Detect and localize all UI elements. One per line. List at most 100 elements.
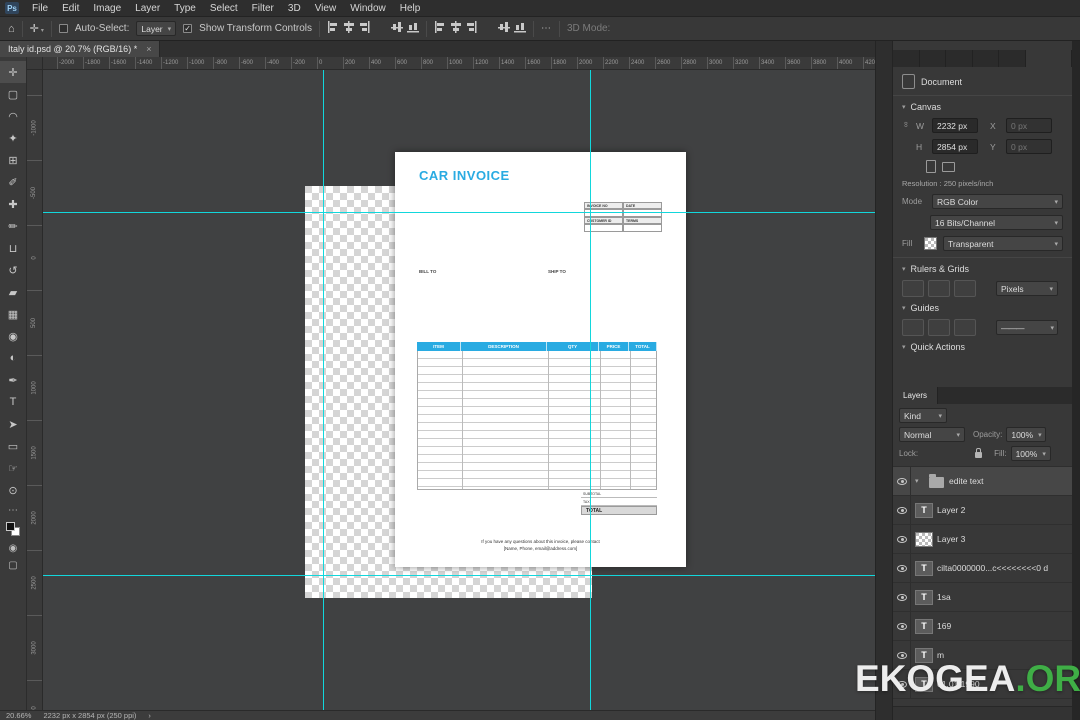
gradient-tool[interactable]: ▦ <box>0 303 26 325</box>
layer-name[interactable]: edite text <box>949 476 984 486</box>
ruler-origin-corner[interactable] <box>27 57 43 70</box>
clone-stamp-tool[interactable]: ⊔ <box>0 237 26 259</box>
link-dimensions-icon[interactable]: ∞ <box>902 122 911 130</box>
edit-toolbar-icon[interactable]: ⋯ <box>8 505 18 516</box>
guide-horizontal[interactable] <box>43 575 875 576</box>
menu-item[interactable]: Filter <box>245 2 281 15</box>
layer-visibility-toggle[interactable] <box>893 612 911 640</box>
blur-tool[interactable]: ◉ <box>0 325 26 347</box>
menu-item[interactable]: 3D <box>281 2 308 15</box>
eyedropper-tool[interactable]: ✐ <box>0 171 26 193</box>
canvas-y-field[interactable]: 0 px <box>1006 139 1052 154</box>
color-swatches[interactable] <box>5 522 22 537</box>
eraser-tool[interactable]: ▰ <box>0 281 26 303</box>
clear-guides-icon[interactable] <box>954 319 976 336</box>
canvas-section-header[interactable]: ▾ Canvas <box>902 102 1063 112</box>
screen-mode-icon[interactable]: ▢ <box>8 560 17 571</box>
new-guide-layout-icon[interactable] <box>902 319 924 336</box>
hand-tool[interactable]: ☞ <box>0 457 26 479</box>
auto-select-dropdown[interactable]: Layer <box>136 21 177 36</box>
layer-row[interactable]: Layer 3 <box>893 525 1072 554</box>
marquee-tool[interactable]: ▢ <box>0 83 26 105</box>
document-tab[interactable]: Italy id.psd @ 20.7% (RGB/16) * × <box>0 41 161 57</box>
menu-item[interactable]: Image <box>86 2 128 15</box>
guide-vertical[interactable] <box>590 70 591 710</box>
menu-item[interactable]: Select <box>203 2 245 15</box>
lock-all-icon[interactable] <box>975 448 983 458</box>
menu-item[interactable]: Layer <box>128 2 167 15</box>
layer-visibility-toggle[interactable] <box>893 583 911 611</box>
lock-guides-icon[interactable] <box>928 319 950 336</box>
fill-dropdown[interactable]: Transparent <box>943 236 1063 251</box>
guides-section-header[interactable]: ▾ Guides <box>902 303 1063 313</box>
distribute-right-edges-icon[interactable] <box>465 21 478 36</box>
menu-item[interactable]: Type <box>167 2 203 15</box>
distribute-vertical-centers-icon[interactable] <box>497 21 510 36</box>
layer-name[interactable]: Layer 2 <box>937 505 965 515</box>
layer-visibility-toggle[interactable] <box>893 554 911 582</box>
kind-filter-dropdown[interactable]: Kind <box>899 408 947 423</box>
orientation-landscape-icon[interactable] <box>942 161 955 172</box>
layer-row[interactable]: T cilta0000000...c<<<<<<<<0 d <box>893 554 1072 583</box>
home-icon[interactable]: ⌂ <box>8 23 15 35</box>
horizontal-ruler[interactable]: -2000 -1800 -1600 -1400 -1200 -1000 -800 -600 -4… <box>43 57 875 70</box>
guide-horizontal[interactable] <box>43 212 875 213</box>
blend-mode-dropdown[interactable]: Normal <box>899 427 965 442</box>
panel-tab[interactable] <box>973 50 1000 67</box>
guide-style-dropdown[interactable]: ——— <box>996 320 1058 335</box>
layer-row[interactable]: T 1sa <box>893 583 1072 612</box>
panel-tab[interactable] <box>1025 50 1072 67</box>
layer-visibility-toggle[interactable] <box>893 496 911 524</box>
layer-row[interactable]: T 169 <box>893 612 1072 641</box>
fill-swatch[interactable] <box>924 237 937 250</box>
orientation-portrait-icon[interactable] <box>926 160 936 173</box>
layer-row[interactable]: T Layer 2 <box>893 496 1072 525</box>
canvas-width-field[interactable]: 2232 px <box>932 118 978 133</box>
history-brush-tool[interactable]: ↺ <box>0 259 26 281</box>
align-vertical-centers-icon[interactable] <box>390 21 403 36</box>
path-selection-tool[interactable]: ➤ <box>0 413 26 435</box>
align-left-edges-icon[interactable] <box>326 21 339 36</box>
show-transform-checkbox[interactable]: ✓ <box>183 24 193 33</box>
canvas-pasteboard[interactable]: CAR INVOICE INVOICE NO DATE CUSTOMER ID … <box>43 70 875 710</box>
align-horizontal-centers-icon[interactable] <box>342 21 355 36</box>
grid-icon[interactable] <box>928 280 950 297</box>
vertical-ruler[interactable]: -1000-5000500100015002000250030003500 <box>27 70 43 710</box>
color-mode-dropdown[interactable]: RGB Color <box>932 194 1063 209</box>
healing-brush-tool[interactable]: ✚ <box>0 193 26 215</box>
opacity-dropdown[interactable]: 100% <box>1006 427 1047 442</box>
menu-item[interactable]: Edit <box>55 2 86 15</box>
panel-tab[interactable] <box>920 50 947 67</box>
distribute-left-edges-icon[interactable] <box>433 21 446 36</box>
quick-mask-icon[interactable]: ◉ <box>9 543 18 554</box>
more-options-icon[interactable]: ⋯ <box>541 23 552 34</box>
dodge-tool[interactable]: ◐ <box>0 347 26 369</box>
quick-actions-section-header[interactable]: ▾ Quick Actions <box>902 342 1063 352</box>
align-bottom-edges-icon[interactable] <box>406 21 419 36</box>
distribute-bottom-edges-icon[interactable] <box>513 21 526 36</box>
lasso-tool[interactable]: ◠ <box>0 105 26 127</box>
panel-tab[interactable] <box>893 50 920 67</box>
move-tool[interactable]: ✛ <box>0 61 26 83</box>
panel-tab[interactable] <box>946 50 973 67</box>
align-right-edges-icon[interactable] <box>358 21 371 36</box>
crop-tool[interactable]: ⊞ <box>0 149 26 171</box>
zoom-tool[interactable]: ⊙ <box>0 479 26 501</box>
bit-depth-dropdown[interactable]: 16 Bits/Channel <box>930 215 1063 230</box>
layer-row[interactable]: ▾ edite text <box>893 467 1072 496</box>
distribute-top-edges-icon[interactable] <box>482 21 494 36</box>
zoom-level[interactable]: 20.66% <box>6 711 31 720</box>
type-tool[interactable]: T <box>0 391 26 413</box>
panel-tab[interactable] <box>999 50 1026 67</box>
close-tab-icon[interactable]: × <box>146 44 151 54</box>
menu-item[interactable]: Help <box>393 2 428 15</box>
layer-name[interactable]: 169 <box>937 621 951 631</box>
canvas-ruler-icon[interactable] <box>902 280 924 297</box>
align-top-edges-icon[interactable] <box>375 21 387 36</box>
units-dropdown[interactable]: Pixels <box>996 281 1058 296</box>
menu-item[interactable]: File <box>25 2 55 15</box>
snap-icon[interactable] <box>954 280 976 297</box>
layer-fill-dropdown[interactable]: 100% <box>1010 446 1051 461</box>
brush-tool[interactable]: ✏ <box>0 215 26 237</box>
layer-name[interactable]: cilta0000000...c<<<<<<<<0 d <box>937 563 1048 573</box>
